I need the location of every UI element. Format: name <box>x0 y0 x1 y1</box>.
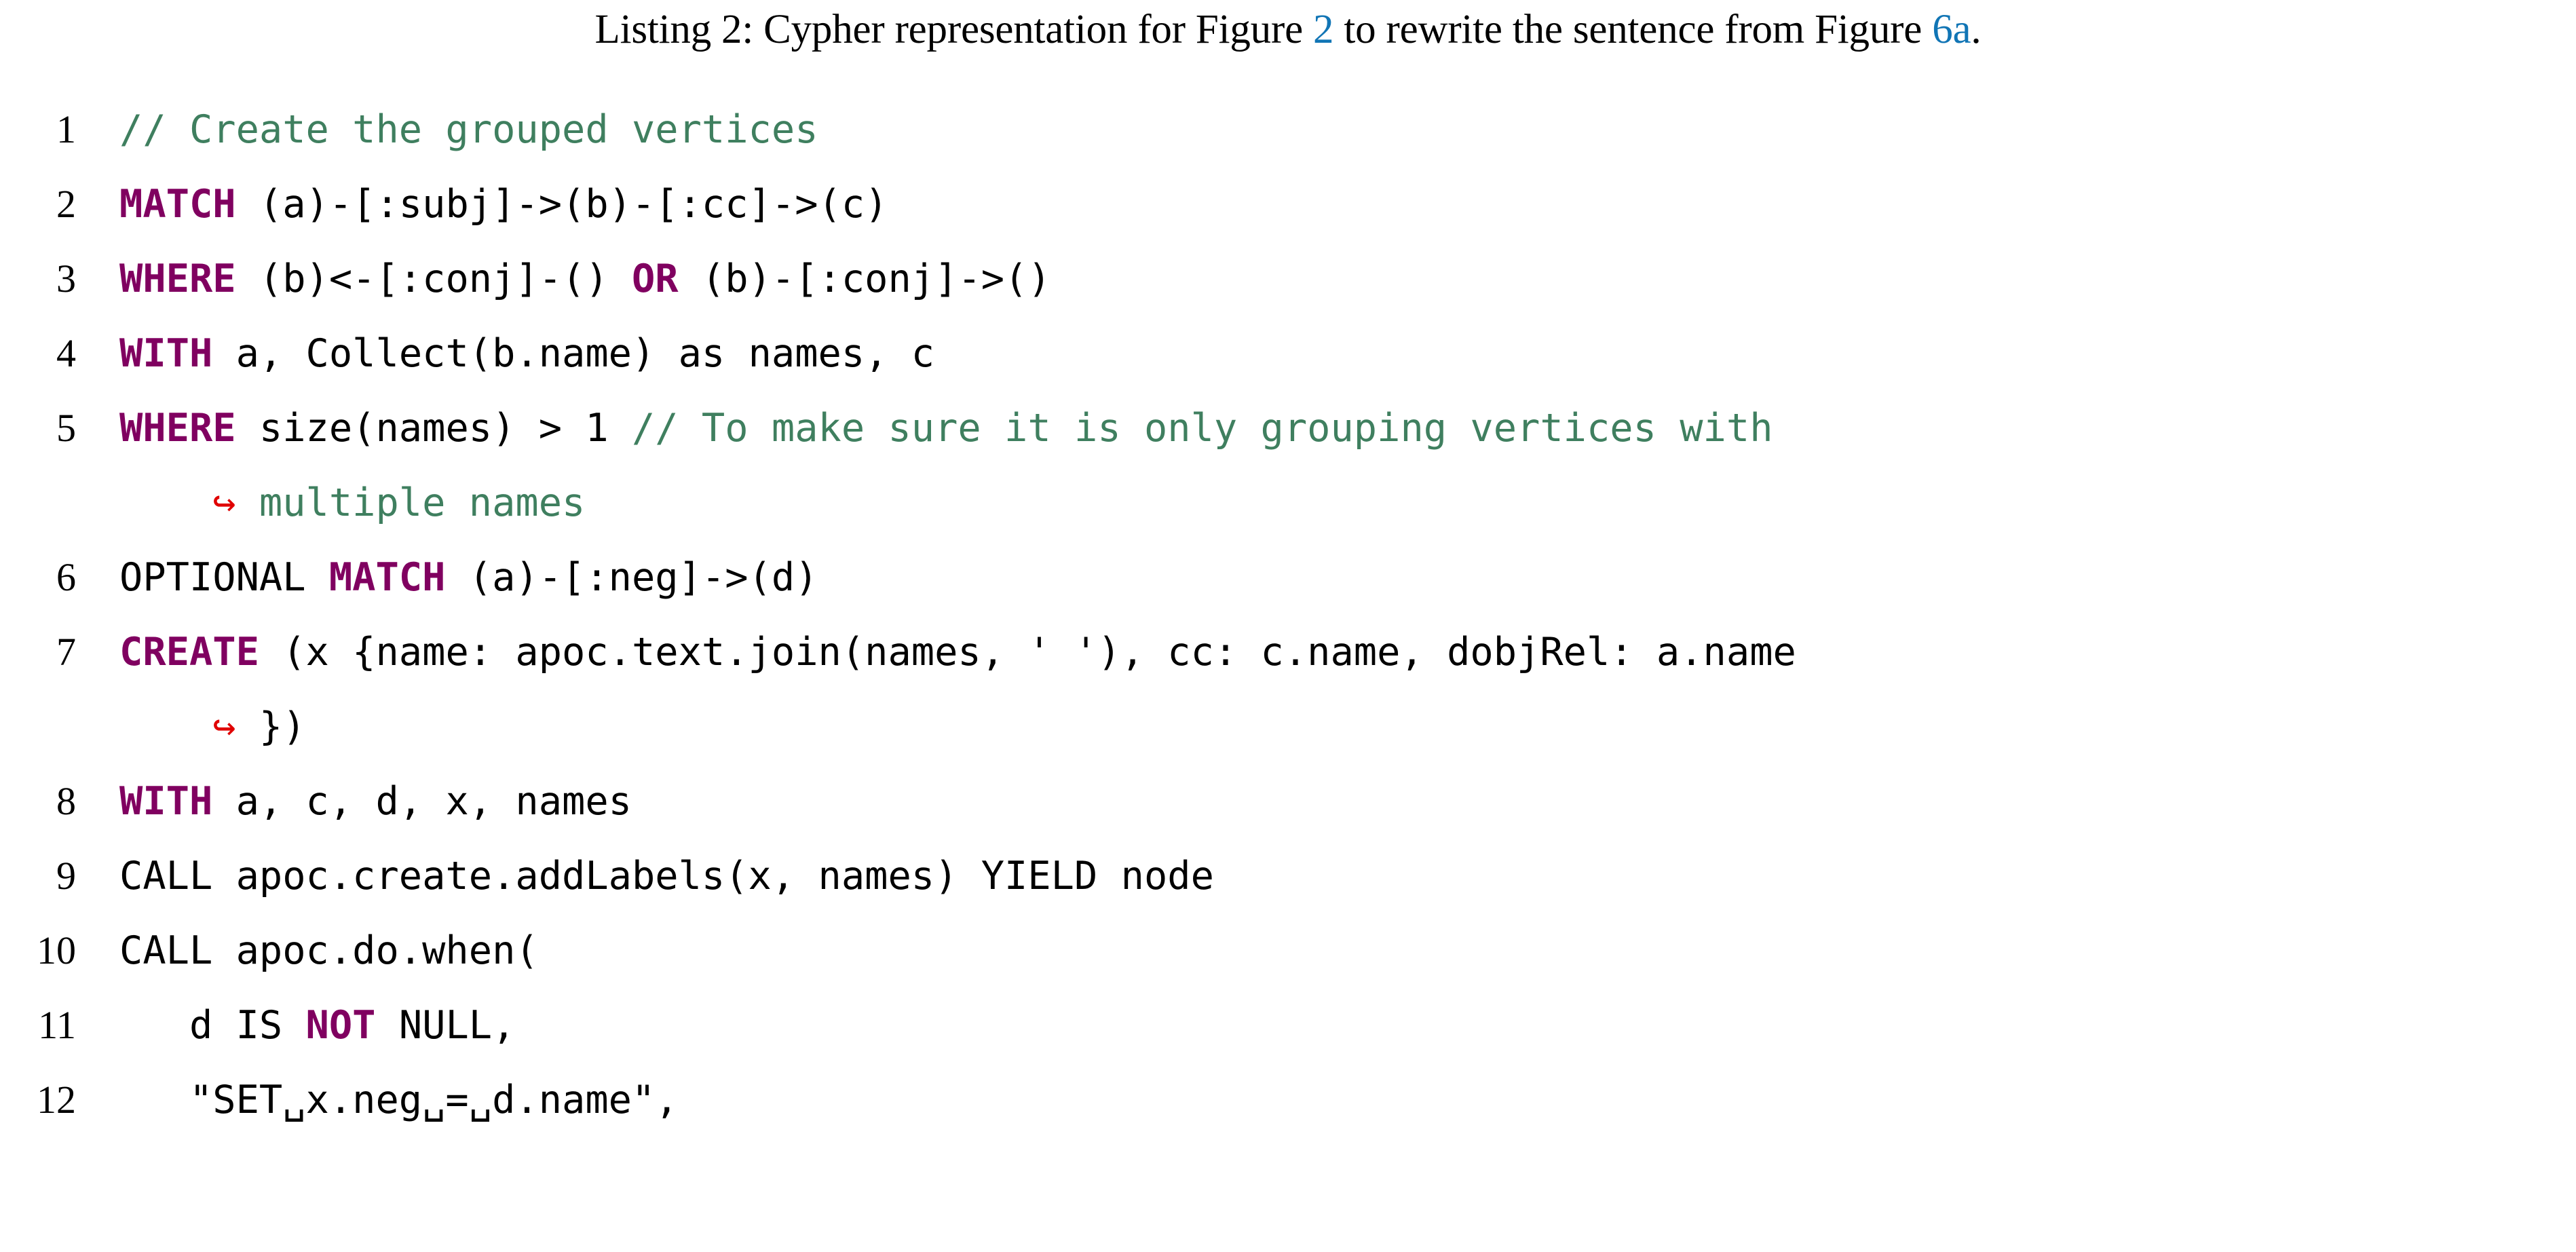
code-keyword: NOT <box>305 1003 376 1048</box>
code-line-row: 4 WITH a, Collect(b.name) as names, c <box>0 316 2576 391</box>
code-text: // Create the grouped vertices <box>76 92 2576 167</box>
code-plain: (x {name: apoc.text.join(names, ' '), cc… <box>259 630 1796 675</box>
code-line-row: 5 WHERE size(names) > 1 // To make sure i… <box>0 391 2576 466</box>
code-line-row: 12 "SET␣x.neg␣=␣d.name", <box>0 1063 2576 1137</box>
code-keyword: CREATE <box>119 630 259 675</box>
code-plain: }) <box>259 704 306 749</box>
code-line-row: 3 WHERE (b)<-[:conj]-() OR (b)-[:conj]->(… <box>0 242 2576 316</box>
code-text: CREATE (x {name: apoc.text.join(names, '… <box>76 615 2576 689</box>
code-plain: d IS <box>119 1003 306 1048</box>
code-text: d IS NOT NULL, <box>76 988 2576 1063</box>
code-line-row: 8 WITH a, c, d, x, names <box>0 764 2576 839</box>
code-plain: (b)<-[:conj]-() <box>235 257 632 301</box>
line-number: 6 <box>56 555 76 599</box>
code-text: CALL apoc.do.when( <box>76 913 2576 988</box>
code-continuation-row: ↪ multiple names <box>0 466 2576 540</box>
code-plain: CALL apoc.create.addLabels(x, names) YIE… <box>119 854 1214 898</box>
code-text: MATCH (a)-[:subj]->(b)-[:cc]->(c) <box>76 167 2576 242</box>
code-comment: multiple names <box>259 480 586 525</box>
code-line-row: 11 d IS NOT NULL, <box>0 988 2576 1063</box>
code-comment: // Create the grouped vertices <box>119 107 818 152</box>
line-number: 5 <box>56 406 76 450</box>
code-plain: OPTIONAL <box>119 555 329 600</box>
code-line-row: 2 MATCH (a)-[:subj]->(b)-[:cc]->(c) <box>0 167 2576 242</box>
caption-middle: to rewrite the sentence from Figure <box>1333 7 1933 52</box>
line-number: 2 <box>56 182 76 226</box>
line-number: 4 <box>56 331 76 375</box>
code-keyword: WHERE <box>119 406 236 451</box>
code-keyword: MATCH <box>119 182 236 227</box>
code-plain: NULL, <box>375 1003 516 1048</box>
code-text: CALL apoc.create.addLabels(x, names) YIE… <box>76 839 2576 913</box>
continuation-arrow-icon: ↪ <box>119 704 259 749</box>
code-plain: (a)-[:neg]->(d) <box>445 555 818 600</box>
code-plain: CALL apoc.do.when( <box>119 928 539 973</box>
line-number: 7 <box>56 630 76 674</box>
code-text: "SET␣x.neg␣=␣d.name", <box>76 1063 2576 1137</box>
code-keyword: WITH <box>119 779 213 824</box>
code-text: WITH a, c, d, x, names <box>76 764 2576 839</box>
code-keyword: WITH <box>119 331 213 376</box>
caption-suffix: . <box>1971 7 1982 52</box>
code-keyword: OR <box>631 257 679 301</box>
line-number: 3 <box>56 257 76 301</box>
line-number: 10 <box>37 928 76 972</box>
code-line-row: 7 CREATE (x {name: apoc.text.join(names, … <box>0 615 2576 689</box>
line-number: 12 <box>37 1078 76 1122</box>
code-plain: size(names) > 1 <box>235 406 632 451</box>
listing-caption: Listing 2: Cypher representation for Fig… <box>0 4 2576 56</box>
code-plain: a, Collect(b.name) as names, c <box>212 331 935 376</box>
code-listing: 1// Create the grouped vertices 2 MATCH (a… <box>0 92 2576 1137</box>
code-line-row: 1 // Create the grouped vertices <box>0 92 2576 167</box>
caption-figure-2-link[interactable]: 2 <box>1313 7 1334 52</box>
code-text: ↪ }) <box>76 689 2576 764</box>
code-comment: // To make sure it is only grouping vert… <box>631 406 1773 451</box>
listing-page: Listing 2: Cypher representation for Fig… <box>0 0 2576 1252</box>
line-number: 11 <box>38 1003 76 1047</box>
code-text: OPTIONAL MATCH (a)-[:neg]->(d) <box>76 540 2576 615</box>
line-number: 1 <box>56 107 76 151</box>
line-number: 9 <box>56 854 76 898</box>
continuation-arrow-icon: ↪ <box>119 480 259 525</box>
code-line-row: 6 OPTIONAL MATCH (a)-[:neg]->(d) <box>0 540 2576 615</box>
line-number: 8 <box>56 779 76 823</box>
code-plain: (b)-[:conj]->() <box>678 257 1051 301</box>
code-text: ↪ multiple names <box>76 466 2576 540</box>
code-text: WHERE (b)<-[:conj]-() OR (b)-[:conj]->() <box>76 242 2576 316</box>
code-text: WITH a, Collect(b.name) as names, c <box>76 316 2576 391</box>
code-plain: "SET␣x.neg␣=␣d.name", <box>119 1078 679 1122</box>
code-text: WHERE size(names) > 1 // To make sure it… <box>76 391 2576 466</box>
code-line-row: 10 CALL apoc.do.when( <box>0 913 2576 988</box>
code-plain: (a)-[:subj]->(b)-[:cc]->(c) <box>235 182 888 227</box>
caption-prefix: Listing 2: Cypher representation for Fig… <box>594 7 1314 52</box>
code-line-row: 9 CALL apoc.create.addLabels(x, names) YI… <box>0 839 2576 913</box>
caption-figure-6a-link[interactable]: 6a <box>1932 7 1971 52</box>
code-continuation-row: ↪ }) <box>0 689 2576 764</box>
code-plain: a, c, d, x, names <box>212 779 632 824</box>
code-keyword: MATCH <box>328 555 446 600</box>
code-keyword: WHERE <box>119 257 236 301</box>
